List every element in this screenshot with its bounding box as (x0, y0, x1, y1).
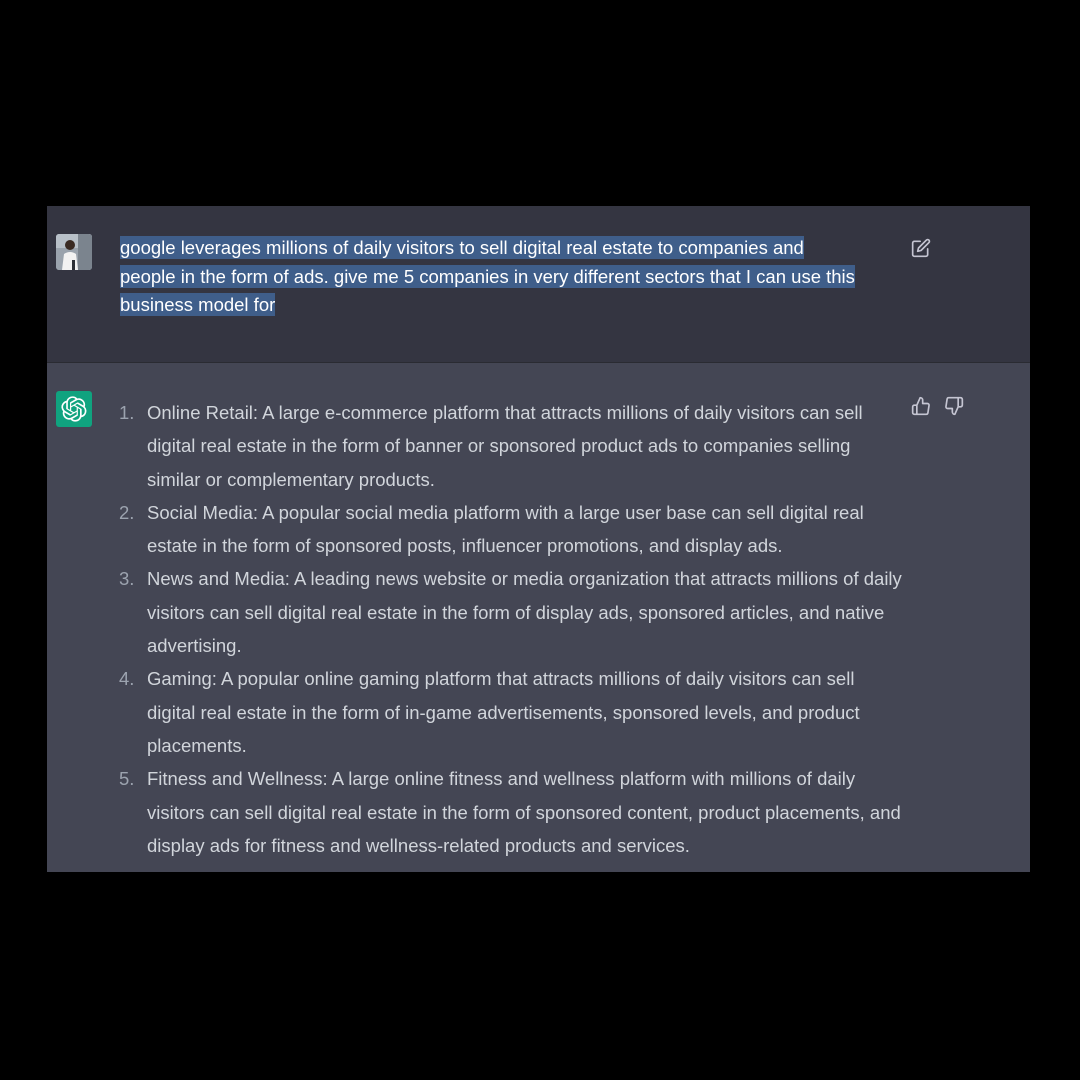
assistant-answer-list: 1. Online Retail: A large e-commerce pla… (113, 396, 903, 862)
thumbs-up-icon[interactable] (911, 396, 931, 416)
list-item: 1. Online Retail: A large e-commerce pla… (113, 396, 903, 496)
list-item: 4. Gaming: A popular online gaming platf… (113, 662, 903, 762)
list-item: 5. Fitness and Wellness: A large online … (113, 762, 903, 862)
user-message-line: people in the form of ads. give me 5 com… (120, 264, 855, 288)
user-message-row: google leverages millions of daily visit… (47, 206, 1030, 363)
thumbs-down-icon[interactable] (944, 396, 964, 416)
list-item-number: 1. (119, 402, 135, 423)
user-message-line: google leverages millions of daily visit… (120, 236, 804, 259)
list-item-text: Online Retail: A large e-commerce platfo… (147, 402, 863, 490)
list-item-text: Gaming: A popular online gaming platform… (147, 668, 860, 756)
list-item: 2. Social Media: A popular social media … (113, 496, 903, 563)
edit-icon[interactable] (911, 238, 931, 258)
list-item-text: News and Media: A leading news website o… (147, 568, 902, 657)
assistant-message-row: 1. Online Retail: A large e-commerce pla… (47, 363, 1030, 872)
user-message-line: business model for (120, 293, 276, 316)
list-item-number: 2. (119, 501, 135, 523)
list-item-text: Social Media: A popular social media pla… (147, 501, 864, 557)
list-item-number: 5. (119, 768, 135, 790)
list-item-number: 4. (119, 668, 135, 690)
list-item-number: 3. (119, 568, 135, 590)
list-item-text: Fitness and Wellness: A large online fit… (147, 768, 901, 856)
user-avatar (56, 234, 92, 270)
openai-logo-icon (56, 391, 92, 427)
user-message-text[interactable]: google leverages millions of daily visit… (120, 234, 920, 320)
chat-conversation: google leverages millions of daily visit… (47, 206, 1030, 872)
list-item: 3. News and Media: A leading news websit… (113, 562, 903, 662)
